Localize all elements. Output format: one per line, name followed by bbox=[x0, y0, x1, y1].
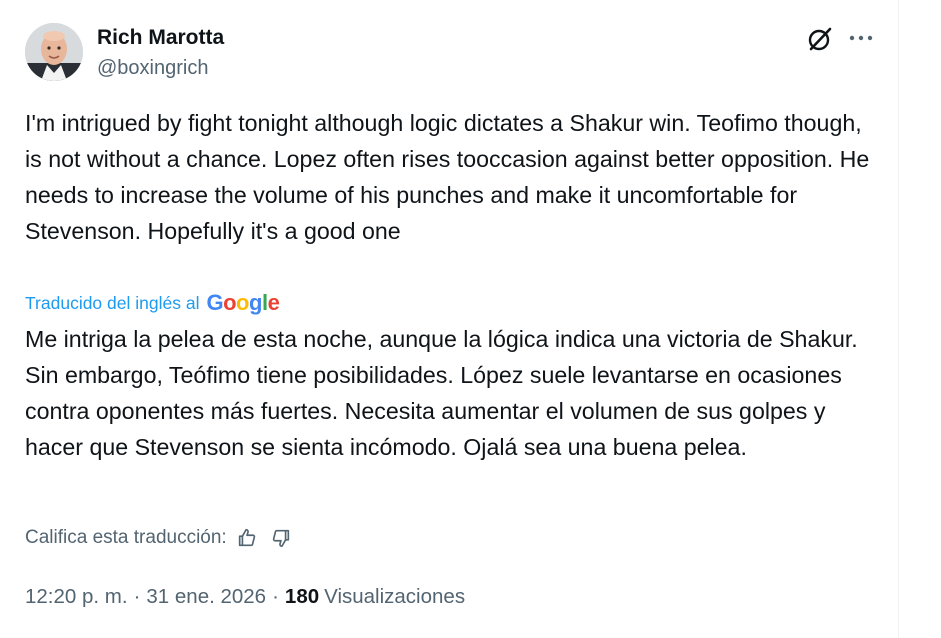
rate-translation-label: Califica esta traducción: bbox=[25, 527, 227, 548]
meta-separator: · bbox=[272, 585, 279, 608]
post: Rich Marotta @boxingrich I'm intrigued b… bbox=[0, 0, 898, 638]
thumbs-down-icon[interactable] bbox=[267, 524, 295, 552]
views-count: 180 bbox=[284, 585, 320, 608]
translation-attribution[interactable]: Traducido del inglés al Google bbox=[25, 288, 280, 318]
grok-icon[interactable] bbox=[806, 25, 834, 53]
post-original-text: I'm intrigued by fight tonight although … bbox=[25, 110, 870, 244]
avatar[interactable] bbox=[25, 23, 83, 81]
thumbs-up-icon[interactable] bbox=[233, 524, 261, 552]
author-name[interactable]: Rich Marotta bbox=[97, 25, 224, 51]
google-logo: Google bbox=[206, 290, 280, 315]
post-translated-text: Me intriga la pelea de esta noche, aunqu… bbox=[25, 326, 858, 460]
views-label: Visualizaciones bbox=[324, 585, 466, 608]
meta-separator: · bbox=[133, 585, 141, 608]
post-date[interactable]: 31 ene. 2026 bbox=[146, 585, 266, 609]
column-divider bbox=[898, 0, 899, 638]
post-meta: 12:20 p. m. · 31 ene. 2026 · 180 Visuali… bbox=[25, 582, 465, 612]
rate-translation: Califica esta traducción: bbox=[25, 524, 295, 552]
translated-from-label: Traducido del inglés al bbox=[25, 292, 200, 313]
post-time[interactable]: 12:20 p. m. bbox=[25, 585, 128, 609]
more-icon[interactable] bbox=[848, 30, 874, 46]
author-handle[interactable]: @boxingrich bbox=[97, 55, 208, 81]
